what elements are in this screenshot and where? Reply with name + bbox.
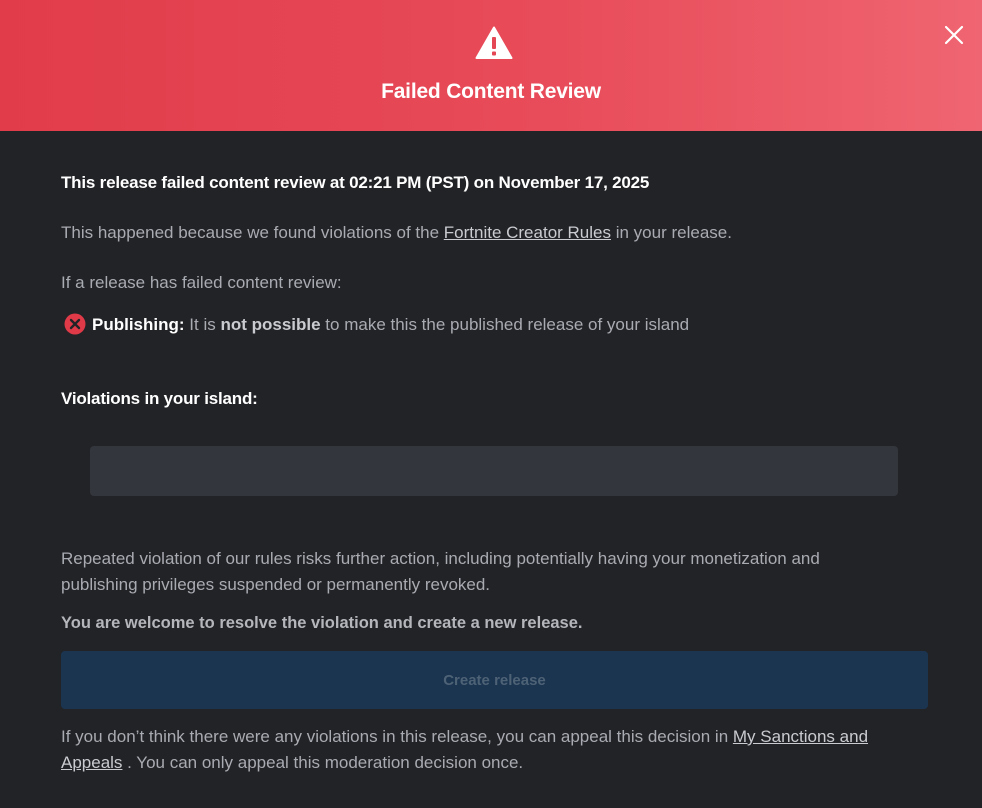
welcome-text: You are welcome to resolve the violation… (61, 614, 583, 632)
appeal-suffix: . You can only appeal this moderation de… (122, 753, 524, 772)
error-x-circle-icon (64, 313, 86, 335)
warning-paragraph: Repeated violation of our rules risks fu… (61, 549, 820, 594)
close-icon[interactable] (941, 22, 967, 48)
violations-heading: Violations in your island: (61, 389, 258, 408)
publishing-status: Publishing: It is not possible to make t… (64, 313, 689, 335)
failed-review-modal: Failed Content Review This release faile… (0, 0, 982, 808)
appeal-prefix: If you don’t think there were any violat… (61, 727, 733, 746)
violations-list (90, 446, 898, 496)
publishing-text-after: to make this the published release of yo… (320, 315, 690, 334)
publishing-text-before: It is (184, 315, 221, 334)
reason-suffix: in your release. (611, 223, 732, 242)
publishing-label: Publishing: (92, 315, 185, 334)
review-headline: This release failed content review at 02… (61, 173, 650, 192)
publishing-emphasis: not possible (220, 315, 321, 334)
creator-rules-link[interactable]: Fortnite Creator Rules (444, 223, 611, 242)
modal-title: Failed Content Review (381, 80, 601, 103)
if-failed-text: If a release has failed content review: (61, 273, 342, 292)
appeal-text: If you don’t think there were any violat… (61, 724, 931, 776)
reason-prefix: This happened because we found violation… (61, 223, 444, 242)
modal-header: Failed Content Review (0, 0, 982, 131)
warning-triangle-icon (475, 26, 513, 59)
reason-text: This happened because we found violation… (61, 223, 732, 243)
create-release-button[interactable]: Create release (61, 651, 928, 709)
